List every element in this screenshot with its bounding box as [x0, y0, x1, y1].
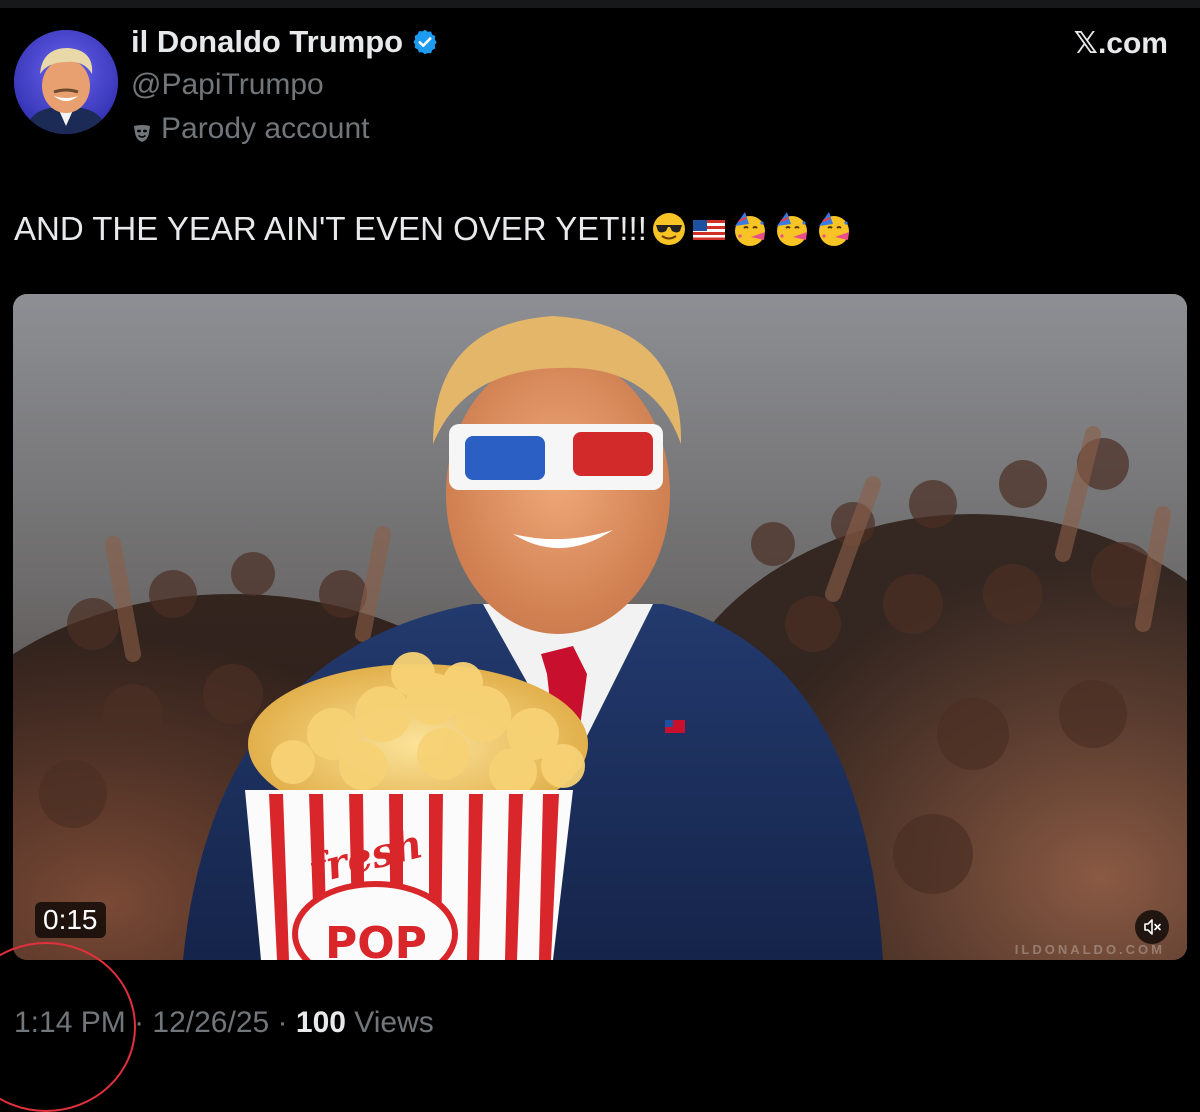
x-brand-logo: 𝕏.com [1073, 27, 1168, 60]
meta-separator: · [277, 1006, 288, 1039]
parody-label: Parody account [131, 112, 369, 146]
author-handle[interactable]: @PapiTrumpo [131, 68, 324, 102]
parody-label-text: Parody account [161, 112, 370, 145]
views-count: 100 [295, 1006, 346, 1039]
smiling-face-with-sunglasses-icon [652, 213, 685, 245]
annotation-circle [0, 942, 136, 1112]
mute-button[interactable] [1135, 910, 1169, 944]
partying-face-icon [734, 212, 765, 246]
partying-face-icon [818, 212, 849, 246]
popcorn-box-pop-text: POP [325, 918, 427, 960]
top-strip [0, 0, 1200, 8]
tweet-date[interactable]: 12/26/25 [152, 1006, 269, 1039]
tweet-text-content: AND THE YEAR AIN'T EVEN OVER YET!!! [14, 210, 647, 247]
video-watermark: ILDONALDO.COM [1014, 942, 1165, 957]
author-display-name-row[interactable]: il Donaldo Trumpo [131, 24, 439, 60]
speaker-muted-icon [1144, 919, 1161, 935]
flag-united-states-icon [692, 220, 725, 240]
parody-mask-icon [131, 118, 153, 142]
partying-face-icon [776, 212, 807, 246]
video-duration-badge: 0:15 [35, 902, 106, 938]
popcorn-box-fresh-text: fresh [301, 820, 427, 894]
views-label: Views [354, 1006, 434, 1039]
video-player[interactable]: fresh POP 0:15 ILDONALDO.COM [13, 294, 1187, 960]
popcorn-box-label: fresh POP [301, 820, 427, 960]
avatar[interactable] [14, 30, 118, 134]
tweet-text: AND THE YEAR AIN'T EVEN OVER YET!!! [14, 210, 853, 248]
verified-badge-icon[interactable] [411, 28, 439, 56]
author-display-name[interactable]: il Donaldo Trumpo [131, 24, 403, 60]
tweet-emojis [651, 210, 853, 248]
